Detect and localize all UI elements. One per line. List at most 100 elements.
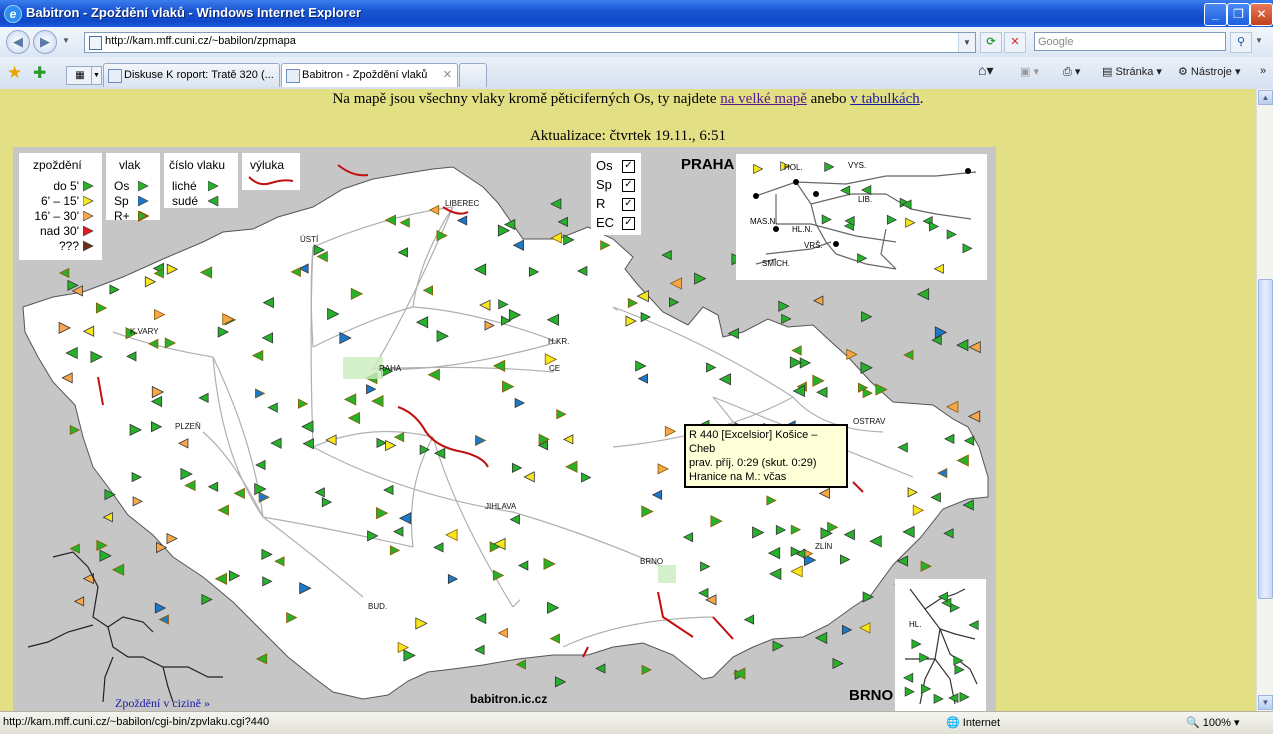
restore-button[interactable]: ❐ <box>1227 3 1250 26</box>
zoom-control[interactable]: 🔍 100% ▾ <box>1186 716 1239 729</box>
favorites-star-icon[interactable]: ★ <box>7 63 22 83</box>
train-marker <box>255 653 268 665</box>
filter-row[interactable]: Os ✓ <box>596 158 635 174</box>
train-marker <box>886 214 898 225</box>
odd-direction-icon <box>207 179 219 193</box>
delay-flag-icon <box>82 239 94 253</box>
delay-legend-label: 6' – 15' <box>41 194 79 208</box>
brno-inset[interactable]: HL. BRNO <box>847 579 986 711</box>
feeds-icon[interactable]: ▣ ▾ <box>1020 65 1039 78</box>
train-marker <box>102 512 113 523</box>
close-tab-icon[interactable]: ✕ <box>443 64 452 87</box>
title-bar: e Babitron - Zpoždění vlaků - Windows In… <box>0 0 1273 27</box>
foreign-delay-link[interactable]: Zpoždění v cizině » <box>115 696 210 711</box>
back-button[interactable]: ◀ <box>6 30 30 54</box>
scroll-up-icon[interactable]: ▲ <box>1258 90 1273 105</box>
history-dropdown-icon[interactable]: ▼ <box>62 36 70 45</box>
scroll-thumb[interactable] <box>1258 279 1273 599</box>
filter-row[interactable]: R ✓ <box>596 196 635 212</box>
train-marker <box>69 424 81 436</box>
back-arrow-icon: ◀ <box>13 34 23 49</box>
closure-line <box>337 164 369 177</box>
train-marker <box>967 410 981 423</box>
filter-checkbox[interactable]: ✓ <box>622 198 635 212</box>
big-map-link[interactable]: na velké mapě <box>720 91 807 107</box>
tab-babitron[interactable]: Babitron - Zpoždění vlaků ✕ <box>281 63 458 87</box>
delay-legend-row: nad 30' <box>40 224 94 238</box>
train-marker <box>916 288 930 301</box>
scroll-down-icon[interactable]: ▼ <box>1258 695 1273 710</box>
tab-page-icon <box>108 69 122 83</box>
filter-row[interactable]: Sp ✓ <box>596 177 635 193</box>
delay-flag-icon <box>82 224 94 238</box>
train-marker <box>905 217 916 228</box>
zone-label: Internet <box>962 717 1001 729</box>
train-marker <box>99 549 112 562</box>
closure-sample <box>248 176 294 186</box>
minimize-button[interactable]: _ <box>1204 3 1227 26</box>
train-marker <box>943 528 954 539</box>
train-marker <box>928 221 940 232</box>
train-marker <box>781 313 792 324</box>
train-marker <box>920 560 932 572</box>
address-field[interactable]: http://kam.mff.cuni.cz/~babilon/zpmapa ▼ <box>84 32 976 53</box>
train-marker <box>962 243 973 254</box>
close-window-button[interactable]: ✕ <box>1250 3 1273 26</box>
city-label: JIHLAVA <box>485 502 517 511</box>
train-marker <box>641 664 652 676</box>
train-marker <box>949 602 961 613</box>
tab-list-dropdown-icon[interactable]: ▼ <box>91 66 102 85</box>
delay-legend: zpoždění do 5' 6' – 15' 16' – 30' nad 30'??… <box>19 153 102 260</box>
forward-button[interactable]: ▶ <box>33 30 57 54</box>
filter-row[interactable]: EC ✓ <box>596 215 635 231</box>
tools-menu[interactable]: ⚙ Nástroje ▾ <box>1178 65 1240 78</box>
filter-checkbox[interactable]: ✓ <box>622 160 635 174</box>
stop-icon: ✕ <box>1010 36 1020 48</box>
train-marker <box>946 229 957 240</box>
page-icon <box>89 36 102 50</box>
delay-flag-icon <box>82 194 94 208</box>
toolbar-chevron-icon[interactable]: » <box>1260 65 1266 77</box>
train-marker <box>669 297 680 308</box>
brno-area <box>658 565 676 583</box>
stop-button[interactable]: ✕ <box>1004 32 1026 53</box>
city-label: K.VARY <box>130 327 159 336</box>
update-time: Aktualizace: čtvrtek 19.11., 6:51 <box>529 128 727 144</box>
train-marker <box>813 295 824 306</box>
train-marker <box>860 361 873 374</box>
search-options-icon[interactable]: ▼ <box>1255 36 1263 45</box>
search-input[interactable]: Google <box>1034 32 1226 51</box>
home-icon[interactable]: ⌂▾ <box>978 62 993 79</box>
filter-checkbox[interactable]: ✓ <box>622 217 635 231</box>
delay-flag-icon <box>82 179 94 193</box>
praha-inset[interactable]: HOL. VYS. LIB. MAS.N. HL.N. VRŠ. SMÍCH. PRAHA <box>679 154 987 280</box>
address-dropdown-icon[interactable]: ▼ <box>958 33 975 52</box>
tab-diskuse[interactable]: Diskuse K roport: Tratě 320 (... <box>103 63 280 87</box>
new-tab-button[interactable] <box>459 63 487 87</box>
page-menu[interactable]: ▤ Stránka ▾ <box>1102 65 1162 78</box>
zoom-label: 100% <box>1202 717 1231 729</box>
add-favorites-icon[interactable]: ✚ <box>33 63 46 83</box>
train-legend-label: Os <box>114 179 130 193</box>
tables-link[interactable]: v tabulkách <box>850 91 920 107</box>
brno-inset-label: HL. <box>909 620 921 629</box>
tab-label: Diskuse K roport: Tratě 320 (... <box>124 69 274 81</box>
refresh-button[interactable]: ⟳ <box>980 32 1002 53</box>
train-type-icon <box>137 209 150 223</box>
train-marker <box>824 161 835 172</box>
filter-checkbox[interactable]: ✓ <box>622 179 635 193</box>
train-legend-label: R+ <box>114 209 130 223</box>
print-icon[interactable]: ⎙ ▾ <box>1063 65 1080 79</box>
train-marker <box>557 216 568 228</box>
city-label: BUD. <box>368 602 388 611</box>
praha-inset-label: VRŠ. <box>804 241 823 250</box>
vertical-scrollbar[interactable]: ▲ ▼ <box>1256 89 1273 711</box>
train-marker <box>954 664 965 675</box>
search-button[interactable]: ⚲ <box>1230 32 1252 53</box>
delay-legend-row: 6' – 15' <box>41 194 94 208</box>
train-tooltip: R 440 [Excelsior] Košice – Cheb prav. př… <box>684 424 848 488</box>
number-legend-label: sudé <box>172 194 199 208</box>
quick-tabs-icon[interactable]: ▦ <box>66 66 94 85</box>
delay-legend-row: do 5' <box>53 179 94 193</box>
train-marker <box>861 311 873 323</box>
